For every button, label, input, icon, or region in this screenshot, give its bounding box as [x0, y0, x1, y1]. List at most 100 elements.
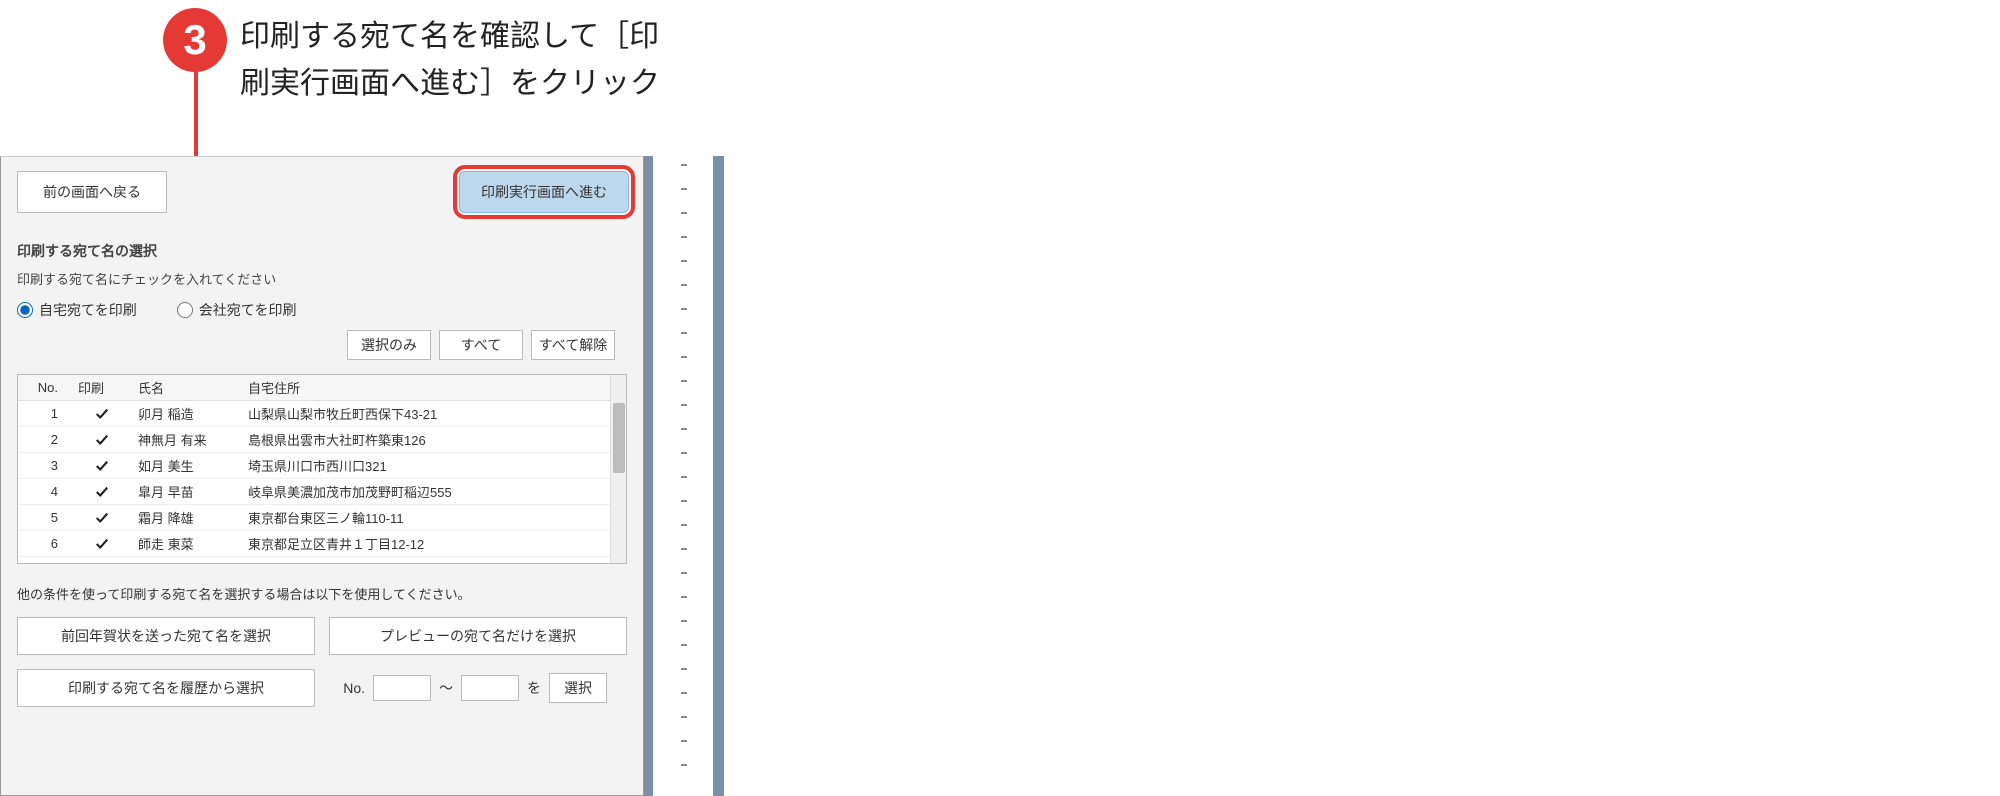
cell-address: 島根県出雲市大社町杵築東126	[242, 430, 608, 449]
cell-address: 東京都足立区青井１丁目12-12	[242, 534, 608, 553]
ruler-tick	[681, 308, 687, 310]
radio-company[interactable]: 会社宛てを印刷	[177, 300, 297, 320]
cell-no: 4	[18, 484, 72, 499]
cell-name: 霜月 降雄	[132, 508, 242, 527]
table-row[interactable]: 2神無月 有来島根県出雲市大社町杵築東126	[18, 427, 626, 453]
ruler-tick	[681, 332, 687, 334]
table-scrollbar[interactable]	[610, 375, 626, 563]
lower-button-grid: 前回年賀状を送った宛て名を選択 プレビューの宛て名だけを選択 印刷する宛て名を履…	[17, 617, 627, 707]
ruler-tick	[681, 692, 687, 694]
check-icon	[95, 485, 109, 499]
range-select-button[interactable]: 選択	[549, 673, 607, 703]
select-from-history-button[interactable]: 印刷する宛て名を履歴から選択	[17, 669, 315, 707]
cell-name: 皐月 早苗	[132, 482, 242, 501]
ruler-tick	[681, 188, 687, 190]
back-button[interactable]: 前の画面へ戻る	[17, 171, 167, 213]
ruler-tick	[681, 428, 687, 430]
table-row[interactable]: 3如月 美生埼玉県川口市西川口321	[18, 453, 626, 479]
ruler-tick	[681, 668, 687, 670]
instruction-line2: 刷実行画面へ進む］をクリック	[240, 67, 660, 100]
range-wo: を	[527, 678, 541, 698]
cell-address: 東京都台東区三ノ輪110-11	[242, 508, 608, 527]
filter-buttons: 選択のみ すべて すべて解除	[17, 330, 627, 368]
cell-address: 埼玉県川口市西川口321	[242, 456, 608, 475]
col-print: 印刷	[72, 378, 132, 397]
select-last-year-button[interactable]: 前回年賀状を送った宛て名を選択	[17, 617, 315, 655]
selected-only-button[interactable]: 選択のみ	[347, 330, 431, 360]
proceed-to-print-button[interactable]: 印刷実行画面へ進む	[459, 171, 629, 213]
table-header: No. 印刷 氏名 自宅住所	[18, 375, 626, 401]
address-table: No. 印刷 氏名 自宅住所 1卯月 稲造山梨県山梨市牧丘町西保下43-212神…	[17, 374, 627, 564]
ruler-tick	[681, 620, 687, 622]
cell-print-check[interactable]	[72, 459, 132, 473]
cell-no: 2	[18, 432, 72, 447]
table-body: 1卯月 稲造山梨県山梨市牧丘町西保下43-212神無月 有来島根県出雲市大社町杵…	[18, 401, 626, 564]
ruler-tick	[681, 500, 687, 502]
step-instruction: 印刷する宛て名を確認して［印 刷実行画面へ進む］をクリック	[240, 14, 660, 107]
ruler-tick	[681, 380, 687, 382]
ruler-surface	[653, 156, 713, 796]
table-row[interactable]: 5 霜月 降雄東京都台東区三ノ輪110-11	[18, 505, 626, 531]
scroll-thumb[interactable]	[613, 403, 625, 473]
instruction-line1: 印刷する宛て名を確認して［印	[240, 20, 659, 53]
table-row[interactable]: 4 皐月 早苗岐阜県美濃加茂市加茂野町稲辺555	[18, 479, 626, 505]
table-row[interactable]: 1卯月 稲造山梨県山梨市牧丘町西保下43-21	[18, 401, 626, 427]
ruler-tick	[681, 764, 687, 766]
col-address: 自宅住所	[242, 378, 608, 397]
select-all-button[interactable]: すべて	[439, 330, 523, 360]
ruler-tick	[681, 356, 687, 358]
ruler-tick	[681, 452, 687, 454]
table-row[interactable]: 7	[18, 557, 626, 564]
ruler-tick	[681, 404, 687, 406]
cell-no: 7	[18, 562, 72, 564]
cell-no: 3	[18, 458, 72, 473]
preview-ruler	[644, 156, 724, 796]
check-icon	[95, 563, 109, 565]
table-row[interactable]: 6師走 東菜東京都足立区青井１丁目12-12	[18, 531, 626, 557]
select-preview-only-button[interactable]: プレビューの宛て名だけを選択	[329, 617, 627, 655]
cell-address: 山梨県山梨市牧丘町西保下43-21	[242, 404, 608, 423]
ruler-tick	[681, 572, 687, 574]
cell-print-check[interactable]	[72, 511, 132, 525]
cell-no: 5	[18, 510, 72, 525]
ruler-tick	[681, 524, 687, 526]
ruler-tick	[681, 236, 687, 238]
check-icon	[95, 511, 109, 525]
ruler-tick	[681, 596, 687, 598]
radio-home-label: 自宅宛てを印刷	[39, 300, 137, 320]
radio-home-input[interactable]	[17, 302, 33, 318]
radio-company-input[interactable]	[177, 302, 193, 318]
check-icon	[95, 537, 109, 551]
check-icon	[95, 459, 109, 473]
cell-print-check[interactable]	[72, 433, 132, 447]
range-tilde: ～	[439, 678, 453, 698]
ruler-tick	[681, 644, 687, 646]
range-from-input[interactable]	[373, 675, 431, 701]
cell-address: 岐阜県美濃加茂市加茂野町稲辺555	[242, 482, 608, 501]
cell-print-check[interactable]	[72, 407, 132, 421]
range-select-row: No. ～ を 選択	[329, 669, 627, 707]
ruler-tick	[681, 740, 687, 742]
check-icon	[95, 407, 109, 421]
cell-no: 1	[18, 406, 72, 421]
ruler-tick	[681, 164, 687, 166]
cell-print-check[interactable]	[72, 537, 132, 551]
deselect-all-button[interactable]: すべて解除	[531, 330, 615, 360]
section-subtitle: 印刷する宛て名にチェックを入れてください	[17, 269, 627, 288]
range-to-input[interactable]	[461, 675, 519, 701]
section-title: 印刷する宛て名の選択	[17, 241, 627, 261]
other-conditions-hint: 他の条件を使って印刷する宛て名を選択する場合は以下を使用してください。	[17, 584, 627, 603]
col-no: No.	[18, 380, 72, 395]
ruler-tick	[681, 716, 687, 718]
ruler-tick	[681, 284, 687, 286]
address-selection-section: 印刷する宛て名の選択 印刷する宛て名にチェックを入れてください 自宅宛てを印刷 …	[1, 241, 643, 707]
step-badge: 3	[163, 8, 227, 72]
print-address-panel: 前の画面へ戻る 印刷実行画面へ進む 印刷する宛て名の選択 印刷する宛て名にチェッ…	[0, 156, 644, 796]
ruler-tick	[681, 260, 687, 262]
cell-print-check[interactable]	[72, 563, 132, 565]
range-no-label: No.	[329, 680, 365, 696]
cell-print-check[interactable]	[72, 485, 132, 499]
wizard-toolbar: 前の画面へ戻る 印刷実行画面へ進む	[1, 157, 643, 227]
radio-company-label: 会社宛てを印刷	[199, 300, 297, 320]
radio-home[interactable]: 自宅宛てを印刷	[17, 300, 137, 320]
